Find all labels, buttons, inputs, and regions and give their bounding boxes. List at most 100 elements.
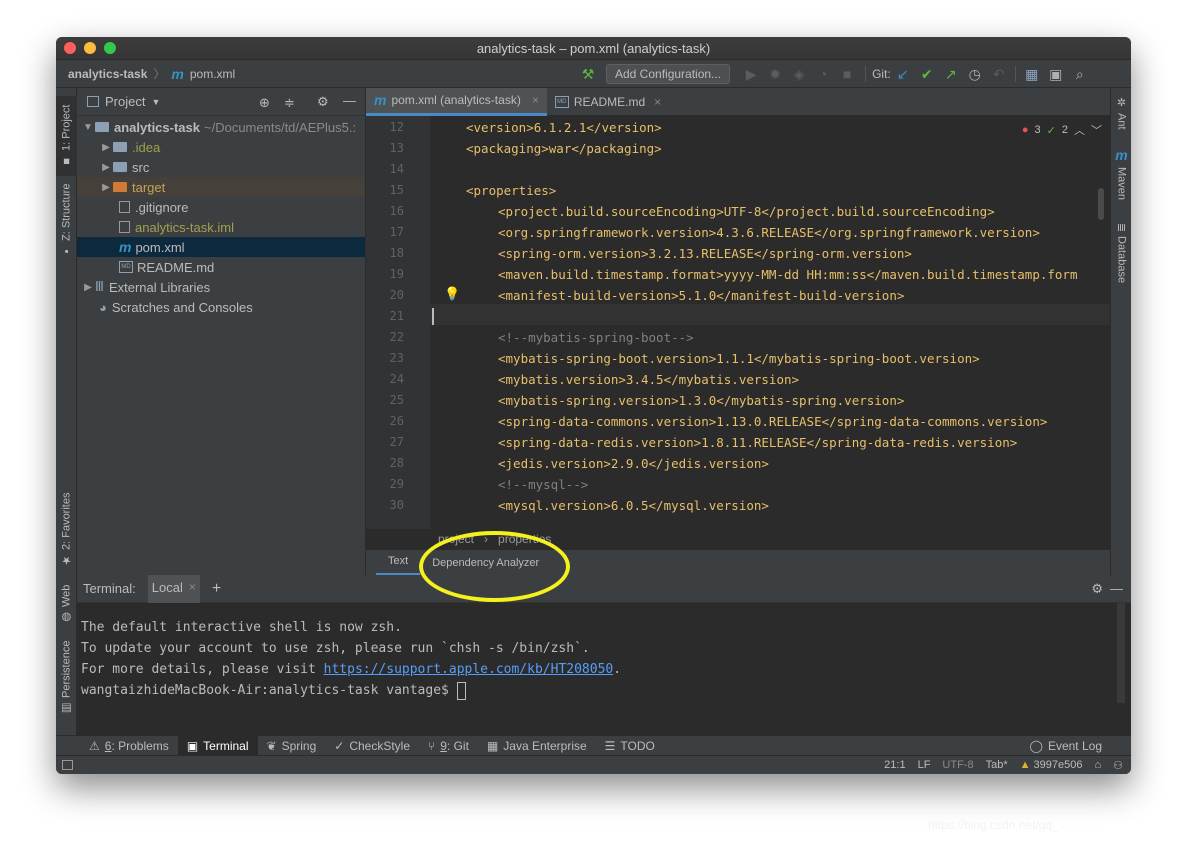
intention-bulb-icon[interactable]: 💡 [444,287,460,302]
coverage-icon[interactable]: ◈ [788,64,810,84]
chevron-right-icon[interactable]: ▶ [99,162,113,173]
terminal-cursor[interactable] [456,681,466,700]
tool-window-terminal[interactable]: ▣ Terminal [177,735,258,756]
code-line[interactable]: <!--mysql--> [466,477,588,492]
chevron-right-icon[interactable]: ▶ [99,182,113,193]
terminal-output[interactable]: The default interactive shell is now zsh… [77,603,1131,715]
collapse-all-icon[interactable]: ≑ [284,95,295,111]
project-structure-icon[interactable]: ▦ [1021,64,1043,84]
add-configuration-button[interactable]: Add Configuration... [606,64,731,84]
chevron-down-icon[interactable]: ▼ [81,122,95,133]
history-icon[interactable]: ◷ [964,64,986,84]
tool-window-todo[interactable]: ☰ TODO [596,736,664,756]
code-line[interactable]: <version>6.1.2.1</version> [466,120,662,135]
stop-icon[interactable]: ■ [836,64,858,84]
tree-item-external-libraries[interactable]: ▶ Ⅲ External Libraries [77,277,365,297]
code-line[interactable]: <packaging>war</packaging> [466,141,662,156]
profile-icon[interactable]: ◔ [812,64,834,84]
tree-item-readme[interactable]: MD README.md [77,257,365,277]
tool-window-git[interactable]: ⑂ 9: Git [419,736,478,756]
tree-item-pom[interactable]: m pom.xml [77,237,365,257]
terminal-tab-local[interactable]: Local × [147,574,200,603]
git-revision[interactable]: 3997e506 [1034,759,1083,771]
git-push-icon[interactable]: ↗ [940,64,962,84]
code-line[interactable]: <spring-data-redis.version>1.8.11.RELEAS… [466,435,1017,450]
structure-tool-tab[interactable]: ▪ Z: Structure [56,180,77,260]
editor-scrollbar[interactable] [1098,188,1104,220]
lock-icon[interactable]: ⌂ [1094,759,1101,771]
ant-tool-tab[interactable]: ✲ Ant [1111,92,1131,134]
minimize-window-button[interactable] [84,42,96,54]
code-line[interactable]: <properties> [466,183,556,198]
code-line[interactable]: <mybatis-spring.version>1.3.0</mybatis-s… [466,393,904,408]
project-tool-tab[interactable]: ■ 1: Project [56,96,77,176]
favorites-tool-tab[interactable]: ★ 2: Favorites [56,490,77,570]
project-view-title[interactable]: Project [105,94,145,109]
tool-window-spring[interactable]: ❦ Spring [258,736,326,756]
chevron-right-icon[interactable]: ▶ [99,142,113,153]
tree-root[interactable]: ▼ analytics-task ~/Documents/td/AEPlus5.… [77,117,365,137]
indent-setting[interactable]: Tab* [986,759,1008,771]
tool-window-checkstyle[interactable]: ✓ CheckStyle [325,736,419,756]
chevron-up-icon[interactable]: ︿ [1074,122,1085,138]
chevron-down-icon[interactable]: ▼ [151,97,160,107]
inspector-icon[interactable]: ⚇ [1113,759,1123,772]
run-icon[interactable]: ▶ [740,64,762,84]
close-icon[interactable]: × [189,580,196,594]
database-tool-tab[interactable]: ≣ Database [1111,216,1131,290]
toggle-tool-windows-icon[interactable] [62,760,73,770]
maven-tool-tab[interactable]: m Maven [1111,144,1131,204]
tab-text[interactable]: Text [376,550,421,576]
web-tool-tab[interactable]: ◍ Web [56,581,77,627]
chevron-down-icon[interactable]: ﹀ [1091,122,1102,138]
code-line[interactable]: <mybatis.version>3.4.5</mybatis.version> [466,372,799,387]
breadcrumb-file[interactable]: pom.xml [190,67,235,81]
code-line[interactable]: <mybatis-spring-boot.version>1.1.1</myba… [466,351,980,366]
close-window-button[interactable] [64,42,76,54]
inspection-widget[interactable]: ● 3 ✓ 2 ︿ ﹀ [1021,122,1102,138]
code-line[interactable]: <spring-data-commons.version>1.13.0.RELE… [466,414,1047,429]
tool-window-problems[interactable]: ⚠ 6: Problems [80,736,178,756]
event-log-button[interactable]: ◯ Event Log [1021,736,1111,756]
code-line[interactable]: <spring-orm.version>3.2.13.RELEASE</spri… [466,246,912,261]
gear-icon[interactable]: ⚙ [317,94,329,110]
tree-item-idea[interactable]: ▶ .idea [77,137,365,157]
tree-item-gitignore[interactable]: .gitignore [77,197,365,217]
code-line[interactable]: <maven.build.timestamp.format>yyyy-MM-dd… [466,267,1077,282]
search-icon[interactable]: ⌕ [1069,64,1091,84]
rollback-icon[interactable]: ↶ [988,64,1010,84]
tree-item-iml[interactable]: analytics-task.iml [77,217,365,237]
presentation-icon[interactable]: ▣ [1045,64,1067,84]
tab-readme[interactable]: MD README.md × [547,88,669,116]
new-terminal-button[interactable]: + [212,580,221,598]
code-line[interactable]: <mysql.version>6.0.5</mysql.version> [466,498,769,513]
code-line[interactable]: <jedis.version>2.9.0</jedis.version> [466,456,769,471]
tree-item-target[interactable]: ▶ target [77,177,365,197]
file-encoding[interactable]: UTF-8 [942,759,973,771]
apple-support-link[interactable]: https://support.apple.com/kb/HT208050 [324,662,614,677]
code-line[interactable]: <!--mybatis-spring-boot--> [466,330,694,345]
hide-panel-icon[interactable]: — [1110,581,1123,596]
hide-panel-icon[interactable]: — [343,93,356,108]
code-line[interactable]: <project.build.sourceEncoding>UTF-8</pro… [466,204,995,219]
close-icon[interactable]: × [532,93,539,107]
close-icon[interactable]: × [654,95,661,109]
code-line[interactable]: <manifest-build-version>5.1.0</manifest-… [466,288,904,303]
breadcrumb-project[interactable]: analytics-task [68,67,147,81]
tree-item-src[interactable]: ▶ src [77,157,365,177]
tab-pom-xml[interactable]: m pom.xml (analytics-task) × [366,87,547,116]
code-area[interactable]: <version>6.1.2.1</version> <packaging>war… [430,116,1110,529]
build-hammer-icon[interactable]: ⚒ [577,64,599,84]
line-separator[interactable]: LF [918,759,931,771]
tree-item-scratches[interactable]: ◕ Scratches and Consoles [77,297,365,317]
chevron-right-icon[interactable]: ▶ [81,282,95,293]
terminal-scrollbar[interactable] [1117,603,1125,703]
tool-window-java-enterprise[interactable]: ▦ Java Enterprise [478,736,596,756]
locate-icon[interactable]: ⊕ [259,95,270,111]
persistence-tool-tab[interactable]: ▤ Persistence [56,635,77,721]
code-line[interactable]: <org.springframework.version>4.3.6.RELEA… [466,225,1040,240]
debug-icon[interactable]: ✹ [764,64,786,84]
gear-icon[interactable]: ⚙ [1091,581,1103,597]
git-update-icon[interactable]: ↙ [892,64,914,84]
zoom-window-button[interactable] [104,42,116,54]
